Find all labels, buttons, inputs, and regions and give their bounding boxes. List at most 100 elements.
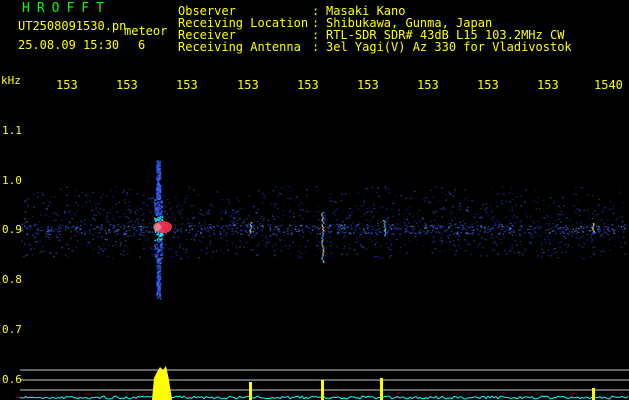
- noise-speck: [479, 208, 482, 210]
- noise-speck: [263, 195, 266, 197]
- noise-core-speck: [197, 230, 200, 232]
- noise-core-speck: [502, 225, 504, 228]
- noise-speck: [101, 228, 104, 230]
- noise-speck: [404, 218, 406, 220]
- noise-speck: [549, 242, 551, 244]
- noise-core-speck: [286, 230, 288, 232]
- meteor-echo-speck: [158, 262, 160, 264]
- noise-speck: [225, 244, 228, 246]
- noise-speck: [421, 217, 423, 219]
- noise-core-speck: [519, 229, 521, 231]
- noise-core-speck: [440, 227, 442, 229]
- noise-core-speck: [538, 227, 540, 230]
- noise-speck: [556, 257, 559, 259]
- noise-speck: [353, 253, 356, 255]
- noise-core-speck: [377, 225, 380, 227]
- noise-speck: [317, 248, 320, 250]
- noise-core-speck: [235, 231, 237, 233]
- noise-speck: [180, 236, 182, 238]
- noise-speck: [433, 212, 436, 214]
- noise-core-speck: [359, 227, 361, 229]
- noise-speck: [27, 204, 29, 206]
- meteor-echo-speck: [159, 174, 162, 176]
- noise-speck: [381, 206, 384, 208]
- short-echo-speck: [322, 261, 325, 263]
- noise-speck: [531, 233, 533, 235]
- noise-speck: [27, 244, 30, 246]
- noise-core-speck: [269, 229, 272, 231]
- noise-core-speck: [246, 225, 248, 227]
- noise-speck: [544, 217, 546, 219]
- noise-core-speck: [599, 230, 601, 232]
- noise-speck: [386, 220, 388, 222]
- noise-speck: [80, 220, 82, 222]
- noise-speck: [54, 196, 56, 198]
- noise-speck: [399, 236, 401, 238]
- noise-speck: [380, 235, 383, 237]
- noise-speck: [290, 190, 292, 192]
- noise-speck: [63, 211, 66, 213]
- noise-speck: [128, 221, 130, 223]
- noise-speck: [541, 242, 543, 244]
- short-echo-speck: [592, 227, 594, 229]
- noise-speck: [349, 248, 351, 250]
- meteor-echo-speck: [158, 193, 161, 196]
- noise-speck: [193, 216, 196, 219]
- noise-speck: [561, 251, 563, 254]
- noise-speck: [198, 222, 201, 224]
- noise-speck: [358, 223, 361, 225]
- meteor-echo-speck: [158, 248, 160, 251]
- noise-speck: [210, 204, 212, 206]
- noise-speck: [549, 243, 551, 245]
- noise-speck: [306, 252, 308, 254]
- noise-core-speck: [480, 226, 482, 228]
- noise-speck: [608, 239, 611, 241]
- noise-speck: [193, 247, 195, 249]
- noise-speck: [55, 213, 57, 215]
- noise-speck: [242, 243, 244, 245]
- noise-speck: [442, 246, 444, 248]
- noise-speck: [501, 203, 503, 205]
- noise-speck: [313, 228, 316, 230]
- noise-speck: [583, 243, 586, 245]
- noise-speck: [290, 198, 292, 200]
- noise-speck: [307, 220, 310, 222]
- noise-speck: [273, 204, 276, 206]
- noise-speck: [97, 236, 99, 238]
- noise-speck: [40, 240, 42, 242]
- noise-speck: [146, 205, 148, 207]
- meteor-echo-speck: [160, 238, 163, 241]
- noise-speck: [575, 227, 578, 229]
- noise-speck: [36, 223, 38, 225]
- noise-speck: [380, 245, 382, 247]
- noise-speck: [236, 220, 239, 222]
- noise-speck: [146, 203, 148, 206]
- noise-speck: [520, 220, 522, 222]
- noise-core-speck: [189, 225, 191, 227]
- noise-core-speck: [273, 229, 276, 231]
- noise-speck: [346, 217, 348, 220]
- noise-speck: [500, 228, 503, 230]
- noise-speck: [371, 186, 374, 188]
- noise-speck: [580, 222, 582, 224]
- noise-core-speck: [143, 232, 145, 234]
- noise-speck: [219, 200, 221, 203]
- noise-core-speck: [462, 225, 464, 227]
- short-echo-speck: [593, 230, 595, 232]
- noise-speck: [277, 195, 280, 197]
- noise-core-speck: [431, 225, 434, 227]
- noise-speck: [386, 232, 389, 234]
- noise-speck: [224, 234, 227, 236]
- noise-speck: [537, 197, 540, 199]
- noise-speck: [406, 224, 408, 226]
- noise-speck: [550, 255, 552, 257]
- noise-speck: [119, 241, 122, 243]
- noise-core-speck: [520, 225, 523, 227]
- noise-speck: [75, 246, 78, 249]
- noise-core-speck: [211, 227, 213, 229]
- noise-speck: [41, 229, 44, 231]
- noise-speck: [401, 232, 403, 234]
- noise-speck: [177, 236, 179, 238]
- meteor-echo-speck: [157, 196, 159, 199]
- noise-speck: [591, 247, 594, 249]
